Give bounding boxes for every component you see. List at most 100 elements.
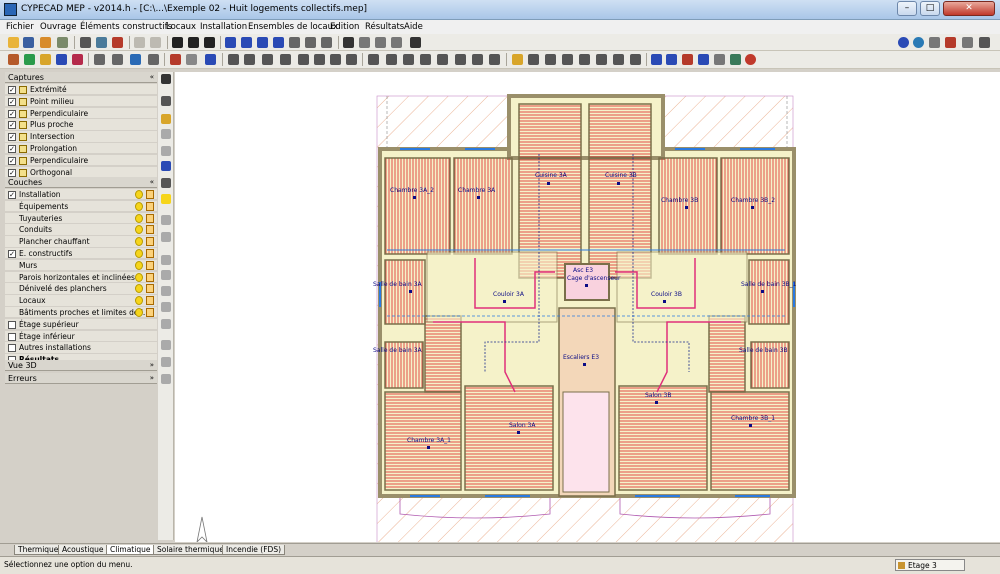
captures-item[interactable]: ✓ Point milieu bbox=[5, 95, 157, 108]
arrow-h-icon[interactable] bbox=[161, 255, 171, 265]
zoom-window-icon[interactable] bbox=[225, 37, 236, 48]
tab-incendie-fds[interactable]: Incendie (FDS) bbox=[222, 545, 286, 555]
valve-icon[interactable] bbox=[170, 54, 181, 65]
minimize-button[interactable]: – bbox=[897, 1, 917, 16]
save-icon[interactable] bbox=[23, 37, 34, 48]
checkbox[interactable]: ✓ bbox=[8, 86, 16, 94]
checkbox[interactable] bbox=[8, 320, 16, 329]
zoom-out-icon[interactable] bbox=[257, 37, 268, 48]
couches-item[interactable]: Parois horizontales et inclinées bbox=[5, 271, 157, 283]
export-dxf-icon[interactable] bbox=[979, 37, 990, 48]
floor-plan[interactable]: Chambre 3A_2 Chambre 3A Cuisine 3A Cuisi… bbox=[175, 72, 1000, 542]
collector-icon[interactable] bbox=[205, 54, 216, 65]
lock-icon[interactable] bbox=[161, 340, 171, 350]
wrench-icon[interactable] bbox=[57, 37, 68, 48]
move-icon[interactable] bbox=[528, 54, 539, 65]
lock-icon[interactable] bbox=[146, 284, 154, 294]
drawing-canvas[interactable]: Chambre 3A_2 Chambre 3A Cuisine 3A Cuisi… bbox=[175, 72, 1000, 542]
erreurs-header[interactable]: Erreurs» bbox=[5, 373, 157, 384]
menu-fichier[interactable]: Fichier bbox=[6, 22, 34, 32]
visibility-bulb-icon[interactable] bbox=[135, 249, 143, 258]
visibility-bulb-icon[interactable] bbox=[135, 260, 143, 270]
arrow-v-icon[interactable] bbox=[161, 270, 171, 280]
menu-resultats[interactable]: Résultats bbox=[365, 22, 404, 32]
delete-vertex-icon[interactable] bbox=[613, 54, 624, 65]
couches-item[interactable]: Étage inférieur bbox=[5, 330, 157, 342]
close-button[interactable]: ✕ bbox=[943, 1, 995, 16]
menu-installation[interactable]: Installation bbox=[200, 22, 247, 32]
pump-icon[interactable] bbox=[56, 54, 67, 65]
checkbox[interactable]: ✓ bbox=[8, 109, 16, 118]
visibility-bulb-icon[interactable] bbox=[135, 213, 143, 223]
query-icon[interactable] bbox=[698, 54, 709, 65]
zoom-all-icon[interactable] bbox=[273, 37, 284, 48]
arrow-h2-icon[interactable] bbox=[161, 286, 171, 296]
copy-icon[interactable] bbox=[386, 54, 397, 65]
grid-toggle-icon[interactable] bbox=[161, 178, 171, 188]
checkbox[interactable]: ✓ bbox=[8, 250, 16, 258]
couches-item[interactable]: ✓ E. constructifs bbox=[5, 248, 157, 260]
menu-ensembles-de-locaux[interactable]: Ensembles de locaux bbox=[248, 22, 338, 32]
pipe-icon[interactable] bbox=[94, 54, 105, 65]
visibility-bulb-icon[interactable] bbox=[135, 308, 143, 317]
lock-icon[interactable] bbox=[146, 296, 154, 306]
captures-header[interactable]: Captures « bbox=[5, 72, 157, 83]
menu-aide[interactable]: Aide bbox=[404, 22, 423, 32]
bottle-icon[interactable] bbox=[161, 357, 171, 367]
couches-item[interactable]: Équipements bbox=[5, 200, 157, 213]
current-level[interactable]: Etage 3 bbox=[895, 559, 965, 571]
split-icon[interactable] bbox=[346, 54, 357, 65]
tab-thermique[interactable]: Thermique bbox=[14, 545, 63, 555]
circuit-icon[interactable] bbox=[244, 54, 255, 65]
pencil-icon[interactable] bbox=[512, 54, 523, 65]
couches-item[interactable]: Plancher chauffant bbox=[5, 236, 157, 248]
help-icon[interactable] bbox=[898, 37, 909, 48]
binoculars-icon[interactable] bbox=[410, 37, 421, 48]
captures-item[interactable]: ✓ Plus proche bbox=[5, 119, 157, 131]
ruler-icon[interactable] bbox=[161, 161, 171, 171]
visibility-bulb-icon[interactable] bbox=[135, 190, 143, 199]
mirror-icon[interactable] bbox=[403, 54, 414, 65]
captures-item[interactable]: ✓ Perpendiculaire bbox=[5, 107, 157, 119]
lock-icon[interactable] bbox=[146, 249, 154, 258]
boiler-icon[interactable] bbox=[40, 54, 51, 65]
tab-climatique[interactable]: Climatique bbox=[106, 545, 155, 555]
offset-icon[interactable] bbox=[489, 54, 500, 65]
couches-item[interactable]: Locaux bbox=[5, 295, 157, 307]
layers-toggle-icon[interactable] bbox=[161, 194, 171, 204]
checkbox[interactable]: ✓ bbox=[8, 121, 16, 130]
checkbox[interactable] bbox=[8, 332, 16, 341]
menu-elements-constructifs[interactable]: Éléments constructifs bbox=[80, 22, 172, 32]
floor-heating-icon[interactable] bbox=[228, 54, 239, 65]
visibility-bulb-icon[interactable] bbox=[135, 296, 143, 306]
undo-icon[interactable] bbox=[134, 37, 145, 48]
checkbox[interactable]: ✓ bbox=[8, 168, 16, 177]
diagonal-icon[interactable] bbox=[161, 319, 171, 329]
rotate-icon[interactable] bbox=[368, 54, 379, 65]
tool-icon[interactable] bbox=[40, 37, 51, 48]
lock-icon[interactable] bbox=[146, 308, 154, 317]
printer-icon[interactable] bbox=[962, 37, 973, 48]
layers-icon[interactable] bbox=[391, 37, 402, 48]
menu-locaux[interactable]: Locaux bbox=[166, 22, 196, 32]
update-icon[interactable] bbox=[945, 37, 956, 48]
visibility-bulb-icon[interactable] bbox=[135, 225, 143, 235]
snap-line-icon[interactable] bbox=[161, 146, 171, 156]
dimension-icon[interactable] bbox=[714, 54, 725, 65]
magnet-icon[interactable] bbox=[112, 37, 123, 48]
captures-item[interactable]: ✓ Extrémité bbox=[5, 84, 157, 96]
level-select-icon[interactable] bbox=[188, 37, 199, 48]
captures-item[interactable]: ✓ Perpendiculaire bbox=[5, 154, 157, 167]
checkbox[interactable]: ✓ bbox=[8, 97, 16, 106]
measure-icon[interactable] bbox=[161, 232, 171, 242]
level-up-icon[interactable] bbox=[172, 37, 183, 48]
export-icon[interactable] bbox=[96, 37, 107, 48]
level-down-icon[interactable] bbox=[204, 37, 215, 48]
radiator-icon[interactable] bbox=[72, 54, 83, 65]
join-icon[interactable] bbox=[330, 54, 341, 65]
lock-icon[interactable] bbox=[146, 201, 154, 211]
cancel-icon[interactable] bbox=[745, 54, 756, 65]
maximize-button[interactable]: □ bbox=[920, 1, 940, 16]
duct-icon[interactable] bbox=[112, 54, 123, 65]
settings-icon[interactable] bbox=[929, 37, 940, 48]
